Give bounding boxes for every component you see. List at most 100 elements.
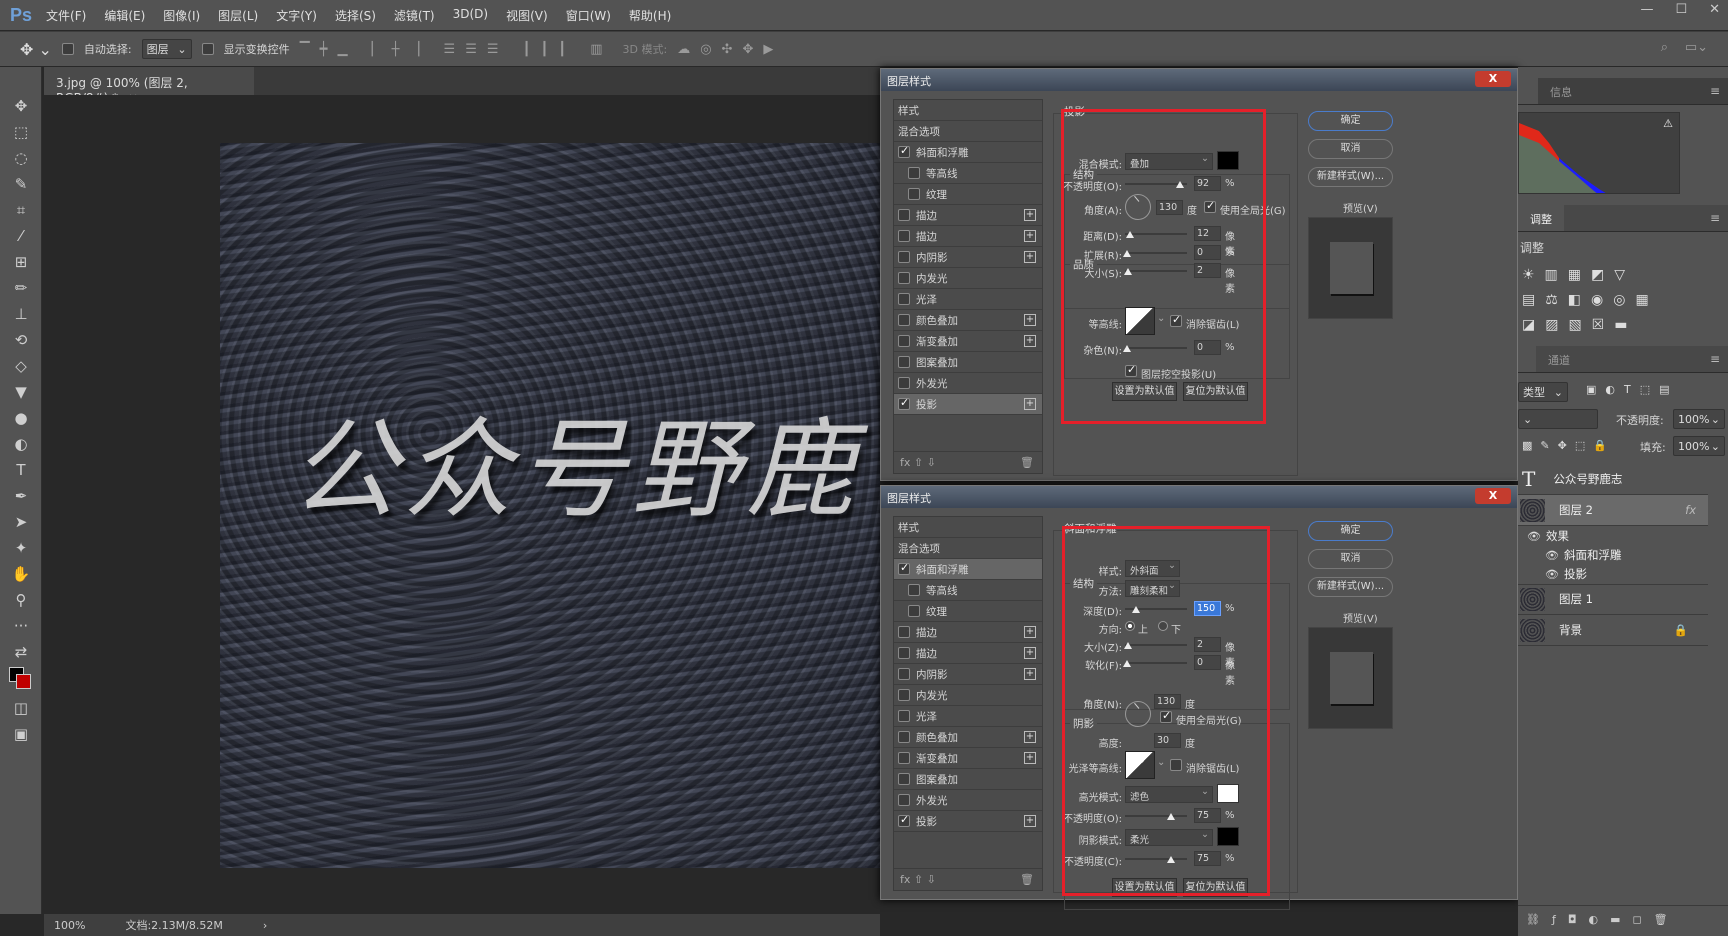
menu-item[interactable]: 视图(V) (506, 7, 548, 24)
dialog-close-button[interactable]: X (1475, 71, 1511, 87)
style-checkbox[interactable] (898, 710, 910, 722)
style-checkbox[interactable] (898, 561, 910, 575)
layer-row[interactable]: 图层 2 fx (1518, 495, 1708, 526)
3d-mode-icons[interactable]: ☁◎✣✥▶ (677, 42, 783, 57)
style-item[interactable]: 纹理 (894, 601, 1042, 622)
effect-row[interactable]: 👁 投影 (1545, 566, 1587, 582)
eyedropper-tool-icon[interactable]: ⁄ (0, 223, 42, 249)
style-checkbox[interactable] (908, 167, 920, 179)
add-style-icon[interactable]: + (1024, 668, 1036, 680)
eye-icon[interactable]: 👁 (1545, 549, 1559, 562)
add-style-icon[interactable]: + (1024, 815, 1036, 827)
style-item[interactable]: 外发光 (894, 790, 1042, 811)
ok-button[interactable]: 确定 (1308, 111, 1393, 131)
style-item[interactable]: 外发光 (894, 373, 1042, 394)
style-item[interactable]: 渐变叠加 + (894, 748, 1042, 769)
brush-tool-icon[interactable]: ✏ (0, 275, 42, 301)
show-transform-checkbox[interactable] (201, 43, 214, 55)
add-style-icon[interactable]: + (1024, 314, 1036, 326)
cancel-button[interactable]: 取消 (1308, 549, 1393, 569)
style-item[interactable]: 等高线 (894, 163, 1042, 184)
style-item[interactable]: 渐变叠加 + (894, 331, 1042, 352)
style-checkbox[interactable] (898, 773, 910, 785)
style-item[interactable]: 投影 + (894, 394, 1042, 415)
add-style-icon[interactable]: + (1024, 335, 1036, 347)
style-item[interactable]: 混合选项 (894, 121, 1042, 142)
style-item[interactable]: 描边 + (894, 622, 1042, 643)
menu-item[interactable]: 文件(F) (46, 7, 86, 24)
style-item[interactable]: 投影 + (894, 811, 1042, 832)
align-icons[interactable]: ▔┿▁ ▏┼▕ ☰☰☰ ┃┃┃ ▥ (300, 42, 613, 57)
menu-item[interactable]: 窗口(W) (566, 7, 611, 24)
search-icon[interactable]: ⌕ (1661, 40, 1668, 55)
background-color-swatch[interactable] (16, 674, 31, 689)
style-item[interactable]: 纹理 (894, 184, 1042, 205)
style-item[interactable]: 颜色叠加 + (894, 310, 1042, 331)
style-item[interactable]: 颜色叠加 + (894, 727, 1042, 748)
quick-mask-tool-icon[interactable]: ◫ (0, 695, 42, 721)
crop-tool-icon[interactable]: ⌗ (0, 197, 42, 223)
auto-select-checkbox[interactable] (61, 43, 74, 55)
layer-row[interactable]: 背景 🔒 (1518, 615, 1708, 646)
style-checkbox[interactable] (898, 647, 910, 659)
style-checkbox[interactable] (908, 605, 920, 617)
layer-row[interactable]: T 公众号野鹿志 (1518, 464, 1708, 495)
menu-item[interactable]: 选择(S) (335, 7, 376, 24)
add-style-icon[interactable]: + (1024, 251, 1036, 263)
style-item[interactable]: 描边 + (894, 226, 1042, 247)
style-item[interactable]: 图案叠加 (894, 352, 1042, 373)
style-checkbox[interactable] (898, 794, 910, 806)
style-checkbox[interactable] (898, 251, 910, 263)
style-item[interactable]: 内发光 (894, 268, 1042, 289)
add-style-icon[interactable]: + (1024, 626, 1036, 638)
style-checkbox[interactable] (908, 188, 920, 200)
menu-item[interactable]: 图层(L) (218, 7, 258, 24)
type-tool-icon[interactable]: T (0, 457, 42, 483)
maximize-button[interactable]: ☐ (1675, 2, 1687, 17)
quick-select-tool-icon[interactable]: ✎ (0, 171, 42, 197)
move-tool-icon[interactable]: ✥ ⌄ (20, 40, 52, 59)
menu-item[interactable]: 3D(D) (453, 7, 488, 24)
effects-row[interactable]: 👁 效果 (1527, 528, 1569, 544)
menu-item[interactable]: 图像(I) (163, 7, 200, 24)
layer-filter-dropdown[interactable]: 类型 ⌄ (1518, 382, 1568, 402)
panel-menu-icon[interactable]: ≡ (1710, 211, 1720, 225)
style-item[interactable]: 等高线 (894, 580, 1042, 601)
style-item[interactable]: 光泽 (894, 706, 1042, 727)
swap-tool-icon[interactable]: ⇄ (0, 639, 42, 665)
minimize-button[interactable]: — (1640, 2, 1653, 17)
new-style-button[interactable]: 新建样式(W)... (1308, 167, 1393, 187)
style-checkbox[interactable] (898, 144, 910, 158)
style-checkbox[interactable] (898, 752, 910, 764)
add-style-icon[interactable]: + (1024, 398, 1036, 410)
dodge-tool-icon[interactable]: ◐ (0, 431, 42, 457)
cancel-button[interactable]: 取消 (1308, 139, 1393, 159)
panel-menu-icon[interactable]: ≡ (1710, 352, 1720, 366)
style-checkbox[interactable] (898, 668, 910, 680)
opacity-input[interactable]: 100% ⌄ (1673, 409, 1725, 429)
style-checkbox[interactable] (898, 689, 910, 701)
style-checkbox[interactable] (898, 335, 910, 347)
menu-item[interactable]: 帮助(H) (629, 7, 671, 24)
style-item[interactable]: 样式 (894, 100, 1042, 121)
tab-adjustments[interactable]: 调整 (1518, 205, 1564, 231)
new-style-button[interactable]: 新建样式(W)... (1308, 577, 1393, 597)
add-style-icon[interactable]: + (1024, 647, 1036, 659)
document-tab[interactable]: 3.jpg @ 100% (图层 2, RGB/8#) * × (44, 67, 254, 105)
dialog-close-button[interactable]: X (1475, 488, 1511, 504)
style-checkbox[interactable] (898, 731, 910, 743)
style-checkbox[interactable] (898, 377, 910, 389)
style-checkbox[interactable] (898, 314, 910, 326)
style-item[interactable]: 混合选项 (894, 538, 1042, 559)
menu-item[interactable]: 编辑(E) (104, 7, 145, 24)
delete-style-icon[interactable]: 🗑 (1020, 456, 1034, 469)
shape-tool-icon[interactable]: ✦ (0, 535, 42, 561)
style-checkbox[interactable] (908, 584, 920, 596)
eye-icon[interactable]: 👁 (1527, 530, 1541, 543)
history-brush-tool-icon[interactable]: ⟲ (0, 327, 42, 353)
add-style-icon[interactable]: + (1024, 731, 1036, 743)
close-window-button[interactable]: ✕ (1709, 2, 1720, 17)
status-arrow-icon[interactable]: › (263, 919, 267, 932)
tab-channels[interactable]: 通道 (1536, 346, 1582, 372)
marquee-tool-icon[interactable]: ⬚ (0, 119, 42, 145)
